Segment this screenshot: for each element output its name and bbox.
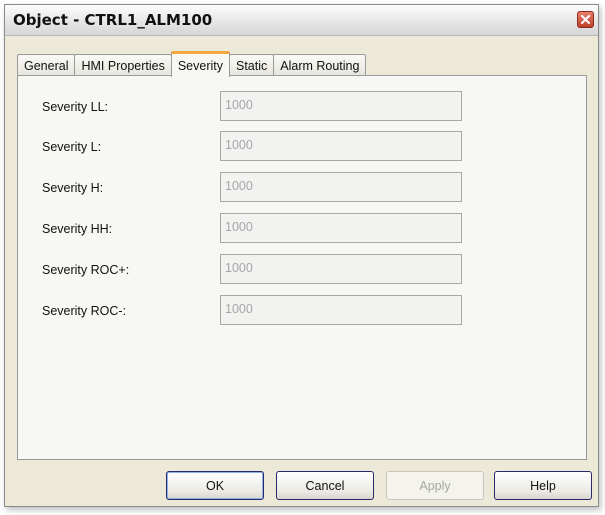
tab-general[interactable]: General <box>17 54 76 76</box>
close-button[interactable] <box>577 11 594 28</box>
severity-ll-row: Severity LL: 1000 <box>18 91 586 123</box>
help-button[interactable]: Help <box>494 471 592 500</box>
severity-l-input[interactable]: 1000 <box>220 131 462 161</box>
severity-panel: Severity LL: 1000 Severity L: 1000 Sever… <box>17 75 587 460</box>
close-icon <box>581 15 590 24</box>
tab-static[interactable]: Static <box>229 54 275 76</box>
severity-hh-label: Severity HH: <box>42 222 113 236</box>
severity-roc-plus-label: Severity ROC+: <box>42 263 130 277</box>
severity-h-row: Severity H: 1000 <box>18 172 586 204</box>
severity-l-row: Severity L: 1000 <box>18 131 586 163</box>
ok-button[interactable]: OK <box>166 471 264 500</box>
severity-hh-input[interactable]: 1000 <box>220 213 462 243</box>
window-title: Object - CTRL1_ALM100 <box>13 11 213 29</box>
tab-strip: General HMI Properties Severity Static A… <box>17 50 367 77</box>
severity-roc-plus-row: Severity ROC+: 1000 <box>18 254 586 286</box>
severity-h-label: Severity H: <box>42 181 104 195</box>
apply-button[interactable]: Apply <box>386 471 484 500</box>
severity-roc-minus-label: Severity ROC-: <box>42 304 127 318</box>
severity-l-label: Severity L: <box>42 140 102 154</box>
object-properties-dialog: Object - CTRL1_ALM100 General HMI Proper… <box>4 4 599 507</box>
severity-roc-minus-input[interactable]: 1000 <box>220 295 462 325</box>
severity-h-input[interactable]: 1000 <box>220 172 462 202</box>
severity-ll-label: Severity LL: <box>42 100 109 114</box>
severity-roc-plus-input[interactable]: 1000 <box>220 254 462 284</box>
severity-hh-row: Severity HH: 1000 <box>18 213 586 245</box>
tab-alarm-routing[interactable]: Alarm Routing <box>273 54 367 76</box>
tab-hmi-properties[interactable]: HMI Properties <box>74 54 172 76</box>
severity-roc-minus-row: Severity ROC-: 1000 <box>18 295 586 327</box>
title-bar[interactable]: Object - CTRL1_ALM100 <box>5 5 598 36</box>
severity-ll-input[interactable]: 1000 <box>220 91 462 121</box>
cancel-button[interactable]: Cancel <box>276 471 374 500</box>
tab-severity[interactable]: Severity <box>170 51 230 77</box>
